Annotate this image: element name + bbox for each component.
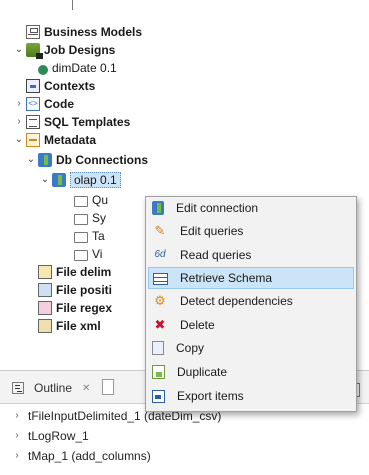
outline-icon (12, 382, 24, 394)
dependencies-icon: ⚙ (154, 293, 166, 308)
tree-item-file-xml[interactable]: File xml (36, 316, 101, 336)
outline-item-label: tLogRow_1 (28, 429, 89, 443)
tree-item-dimdate[interactable]: dimDate 0.1 (36, 58, 117, 78)
collapse-chevron-icon[interactable]: › (12, 406, 22, 426)
tree-item-label: dimDate 0.1 (52, 61, 117, 75)
menu-item-label: Copy (176, 341, 205, 355)
tree-item-label: Contexts (44, 79, 96, 93)
duplicate-icon (152, 365, 165, 379)
close-icon[interactable]: ✕ (82, 383, 90, 394)
collapse-chevron-icon[interactable]: › (12, 426, 22, 446)
file-regex-icon (38, 301, 52, 315)
tree-item-label: SQL Templates (44, 115, 131, 129)
folder-icon (74, 195, 88, 207)
outline-item[interactable]: › tLogRow_1 (12, 426, 89, 446)
folder-icon (74, 213, 88, 225)
menu-item-label: Edit queries (180, 224, 244, 238)
tree-item-code[interactable]: › <> Code (14, 94, 74, 114)
file-delimited-icon (38, 265, 52, 279)
contexts-icon (26, 79, 40, 93)
tree-item-label: Job Designs (44, 43, 116, 57)
outline-item[interactable]: › tMap_1 (add_columns) (12, 446, 151, 466)
job-icon (38, 65, 48, 75)
tree-item-label: File regex (56, 301, 113, 315)
menu-item-copy[interactable]: Copy (148, 337, 354, 359)
pencil-icon: ✎ (154, 223, 166, 238)
tree-item-file-delim[interactable]: File delim (36, 262, 111, 282)
menu-item-delete[interactable]: ✖ Delete (148, 314, 354, 336)
menu-item-label: Delete (180, 318, 215, 332)
menu-item-label: Edit connection (176, 201, 259, 215)
outline-item-label: tMap_1 (add_columns) (28, 449, 151, 463)
tree-item-label: Vi (92, 247, 103, 261)
export-icon (152, 389, 165, 403)
tree-item-metadata[interactable]: ⌄ Metadata (14, 130, 96, 150)
menu-item-detect-dependencies[interactable]: ⚙ Detect dependencies (148, 290, 354, 312)
tree-item-sql-templates[interactable]: › SQL Templates (14, 112, 130, 132)
tree-item-folder[interactable]: Sy (72, 208, 106, 228)
menu-item-retrieve-schema[interactable]: Retrieve Schema (148, 267, 354, 289)
menu-item-label: Read queries (180, 248, 252, 262)
menu-item-label: Duplicate (177, 365, 228, 379)
file-xml-icon (38, 319, 52, 333)
tree-item-label: File xml (56, 319, 101, 333)
tree-item-folder[interactable]: Vi (72, 244, 102, 264)
business-models-icon (26, 25, 40, 39)
file-positional-icon (38, 283, 52, 297)
metadata-icon (26, 133, 40, 147)
tree-item-file-positional[interactable]: File positi (36, 280, 112, 300)
copy-icon (152, 341, 164, 355)
menu-item-edit-connection[interactable]: Edit connection (148, 197, 354, 219)
tree-item-label-selected: olap 0.1 (70, 172, 121, 188)
read-queries-icon: 6d (154, 249, 166, 260)
tree-item-db-connections[interactable]: ⌄ Db Connections (26, 150, 148, 170)
collapse-chevron-icon[interactable]: › (14, 112, 24, 132)
menu-item-read-queries[interactable]: 6d Read queries (148, 244, 354, 266)
delete-icon: ✖ (154, 317, 166, 332)
tree-item-label: Business Models (44, 25, 143, 39)
job-designs-icon (26, 43, 43, 59)
tab-label: Outline (34, 381, 73, 395)
menu-item-export-items[interactable]: Export items (148, 385, 354, 407)
tree-item-label: File delim (56, 265, 112, 279)
db-connection-icon (38, 153, 52, 167)
tree-item-contexts[interactable]: Contexts (14, 76, 95, 96)
db-connection-icon (152, 201, 164, 215)
tab-outline[interactable]: Outline ✕ (12, 377, 90, 399)
tree-item-olap[interactable]: ⌄ olap 0.1 (40, 170, 121, 190)
tree-item-label: Ta (92, 229, 105, 243)
tree-item-label: Db Connections (56, 153, 148, 167)
menu-item-duplicate[interactable]: Duplicate (148, 361, 354, 383)
tree-item-file-regex[interactable]: File regex (36, 298, 112, 318)
tree-item-label: Code (44, 97, 74, 111)
expand-chevron-icon[interactable]: ⌄ (14, 40, 24, 60)
tree-item-folder[interactable]: Ta (72, 226, 105, 246)
db-connection-icon (52, 173, 66, 187)
context-menu: Edit connection ✎ Edit queries 6d Read q… (145, 196, 357, 412)
tree-item-job-designs[interactable]: ⌄ Job Designs (14, 40, 115, 60)
tree-item-label: File positi (56, 283, 113, 297)
menu-item-label: Export items (177, 389, 244, 403)
table-icon (153, 273, 168, 285)
tree-connector-line (72, 0, 73, 10)
folder-icon (74, 249, 88, 261)
expand-chevron-icon[interactable]: ⌄ (14, 130, 24, 150)
sql-templates-icon (26, 115, 40, 129)
tree-item-business-models[interactable]: Business Models (14, 22, 142, 42)
expand-chevron-icon[interactable]: ⌄ (26, 150, 36, 170)
menu-item-label: Retrieve Schema (180, 271, 273, 285)
collapse-chevron-icon[interactable]: › (12, 446, 22, 466)
tree-item-label: Qu (92, 193, 109, 207)
tab-secondary[interactable] (102, 379, 114, 395)
tree-item-label: Sy (92, 211, 107, 225)
tree-item-label: Metadata (44, 133, 97, 147)
collapse-chevron-icon[interactable]: › (14, 94, 24, 114)
folder-icon (74, 231, 88, 243)
code-icon: <> (26, 97, 40, 111)
menu-item-edit-queries[interactable]: ✎ Edit queries (148, 220, 354, 242)
expand-chevron-icon[interactable]: ⌄ (40, 170, 50, 190)
menu-item-label: Detect dependencies (180, 294, 293, 308)
tree-item-folder[interactable]: Qu (72, 190, 108, 210)
